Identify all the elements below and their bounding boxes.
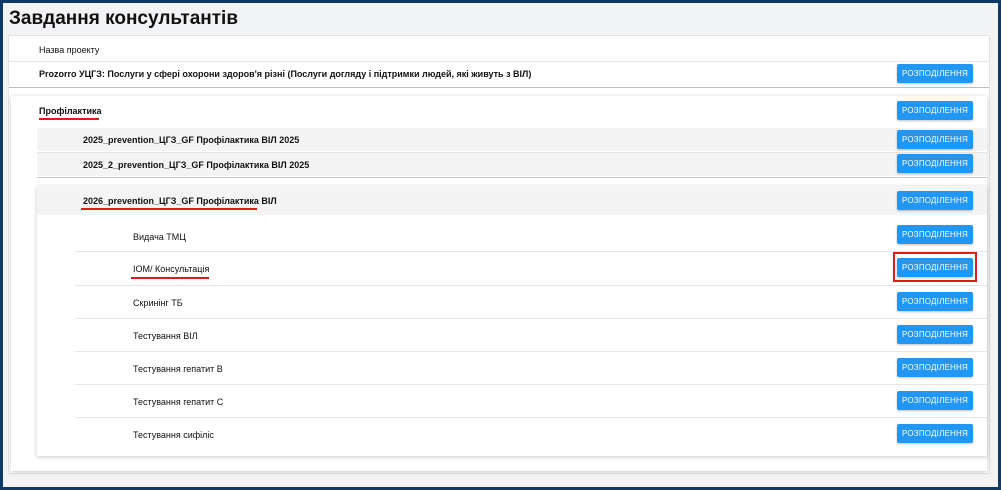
- distribute-button-subproject[interactable]: РОЗПОДІЛЕННЯ: [897, 130, 973, 149]
- subproject-row-expanded[interactable]: 2026_prevention_ЦГЗ_GF Профілактика ВІЛ: [37, 186, 987, 215]
- divider: [9, 87, 989, 88]
- task-name: Скринінг ТБ: [133, 297, 183, 308]
- annotation-underline: [39, 118, 99, 120]
- projects-card: Назва проекту Prozorro УЦГЗ: Послуги у с…: [8, 35, 990, 474]
- annotation-underline: [81, 208, 257, 210]
- distribute-button-subproject[interactable]: РОЗПОДІЛЕННЯ: [897, 191, 973, 210]
- annotation-underline: [131, 277, 209, 279]
- category-row[interactable]: Профілактика: [9, 99, 989, 123]
- subproject-name: 2026_prevention_ЦГЗ_GF Профілактика ВІЛ: [83, 195, 277, 206]
- subproject-row[interactable]: 2025_2_prevention_ЦГЗ_GF Профілактика ВІ…: [37, 153, 987, 176]
- category-name: Профілактика: [39, 106, 102, 116]
- table-header: Назва проекту: [9, 40, 989, 60]
- distribute-button-task[interactable]: РОЗПОДІЛЕННЯ: [897, 358, 973, 377]
- task-row[interactable]: Тестування гепатит В: [75, 352, 987, 385]
- distribute-button-task[interactable]: РОЗПОДІЛЕННЯ: [897, 225, 973, 244]
- task-row[interactable]: Скринінг ТБ: [75, 286, 987, 319]
- column-header-project-name: Назва проекту: [39, 45, 100, 55]
- distribute-button-task-highlighted[interactable]: РОЗПОДІЛЕННЯ: [897, 258, 973, 277]
- distribute-button-subproject[interactable]: РОЗПОДІЛЕННЯ: [897, 154, 973, 173]
- task-row[interactable]: ІОМ/ Консультація: [75, 252, 987, 286]
- task-name: Тестування гепатит С: [133, 396, 224, 407]
- distribute-button-category[interactable]: РОЗПОДІЛЕННЯ: [897, 101, 973, 120]
- task-row[interactable]: Тестування ВІЛ: [75, 319, 987, 352]
- task-row[interactable]: Видача ТМЦ: [75, 222, 987, 252]
- page-title: Завдання консультантів: [9, 8, 239, 29]
- distribute-button-task[interactable]: РОЗПОДІЛЕННЯ: [897, 424, 973, 443]
- task-name: Тестування сифіліс: [133, 429, 214, 440]
- distribute-button-task[interactable]: РОЗПОДІЛЕННЯ: [897, 325, 973, 344]
- subproject-name: 2025_2_prevention_ЦГЗ_GF Профілактика ВІ…: [83, 159, 310, 170]
- task-name: Тестування гепатит В: [133, 363, 223, 374]
- project-row[interactable]: Prozorro УЦГЗ: Послуги у сфері охорони з…: [9, 62, 989, 86]
- task-name: Тестування ВІЛ: [133, 330, 198, 341]
- divider: [37, 177, 987, 178]
- distribute-button-task[interactable]: РОЗПОДІЛЕННЯ: [897, 292, 973, 311]
- subproject-name: 2025_prevention_ЦГЗ_GF Профілактика ВІЛ …: [83, 134, 300, 145]
- task-name: ІОМ/ Консультація: [133, 264, 210, 274]
- distribute-button-task[interactable]: РОЗПОДІЛЕННЯ: [897, 391, 973, 410]
- subproject-row[interactable]: 2025_prevention_ЦГЗ_GF Профілактика ВІЛ …: [37, 128, 987, 151]
- task-row[interactable]: Тестування сифіліс: [75, 418, 987, 451]
- project-name: Prozorro УЦГЗ: Послуги у сфері охорони з…: [39, 69, 532, 79]
- distribute-button-project[interactable]: РОЗПОДІЛЕННЯ: [897, 64, 973, 83]
- task-row[interactable]: Тестування гепатит С: [75, 385, 987, 418]
- task-name: Видача ТМЦ: [133, 232, 186, 242]
